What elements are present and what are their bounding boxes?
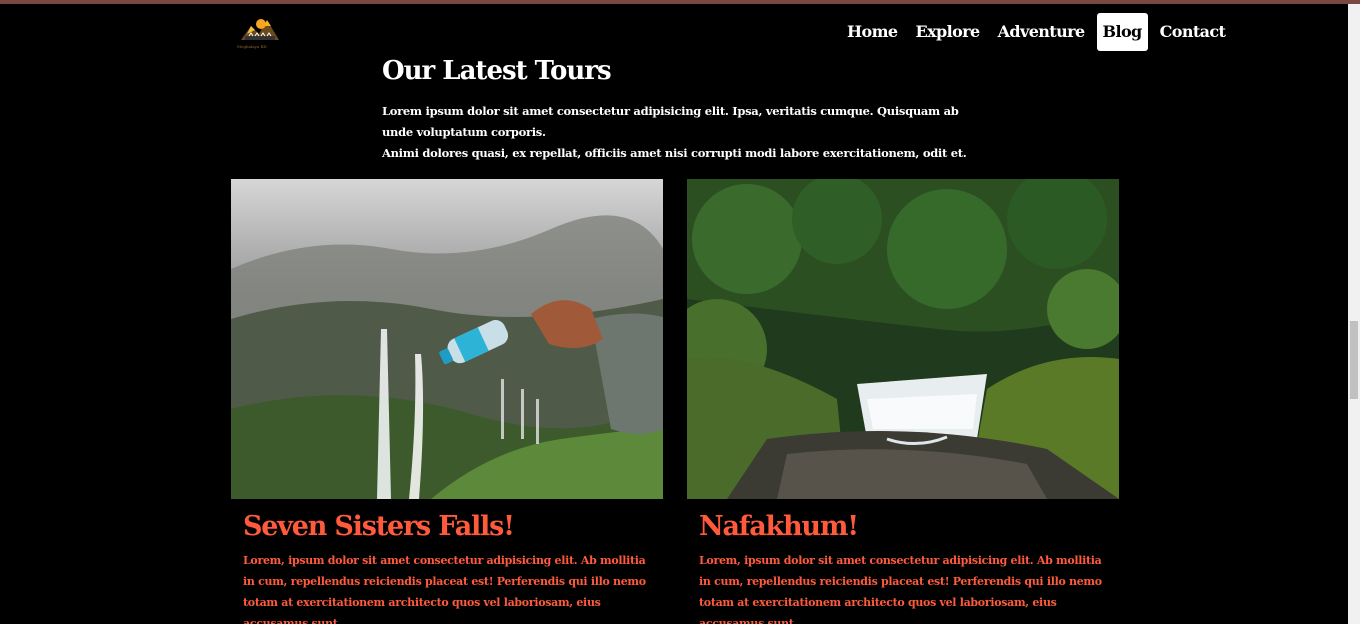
- section-description-line-1: Lorem ipsum dolor sit amet consectetur a…: [382, 104, 959, 139]
- nav-blog[interactable]: Blog: [1096, 13, 1148, 51]
- main-nav: Home Explore Adventure Blog Contact: [841, 13, 1231, 51]
- logo-icon: [241, 19, 279, 40]
- nav-contact[interactable]: Contact: [1154, 13, 1232, 51]
- tour-image-seven-sisters: [231, 179, 663, 499]
- nav-adventure[interactable]: Adventure: [992, 13, 1091, 51]
- section-description: Lorem ipsum dolor sit amet consectetur a…: [382, 101, 982, 164]
- tour-description: Lorem, ipsum dolor sit amet consectetur …: [243, 554, 646, 624]
- scrollbar-thumb[interactable]: [1350, 321, 1358, 399]
- site-logo[interactable]: Meghalaya BD: [237, 14, 283, 50]
- section-title: Our Latest Tours: [382, 56, 612, 86]
- nav-home[interactable]: Home: [841, 13, 904, 51]
- logo-text: Meghalaya BD: [237, 44, 267, 49]
- section-description-line-2: Animi dolores quasi, ex repellat, offici…: [382, 146, 967, 160]
- page-scrollbar[interactable]: [1348, 4, 1360, 624]
- tour-card-seven-sisters[interactable]: Seven Sisters Falls! Lorem, ipsum dolor …: [231, 179, 663, 624]
- top-accent-bar: [0, 0, 1360, 4]
- tour-title[interactable]: Seven Sisters Falls!: [243, 511, 663, 542]
- tour-image-nafakhum: [687, 179, 1119, 499]
- tour-description: Lorem, ipsum dolor sit amet consectetur …: [699, 554, 1102, 624]
- tour-title[interactable]: Nafakhum!: [699, 511, 1119, 542]
- nav-explore[interactable]: Explore: [910, 13, 986, 51]
- tour-card-nafakhum[interactable]: Nafakhum! Lorem, ipsum dolor sit amet co…: [687, 179, 1119, 624]
